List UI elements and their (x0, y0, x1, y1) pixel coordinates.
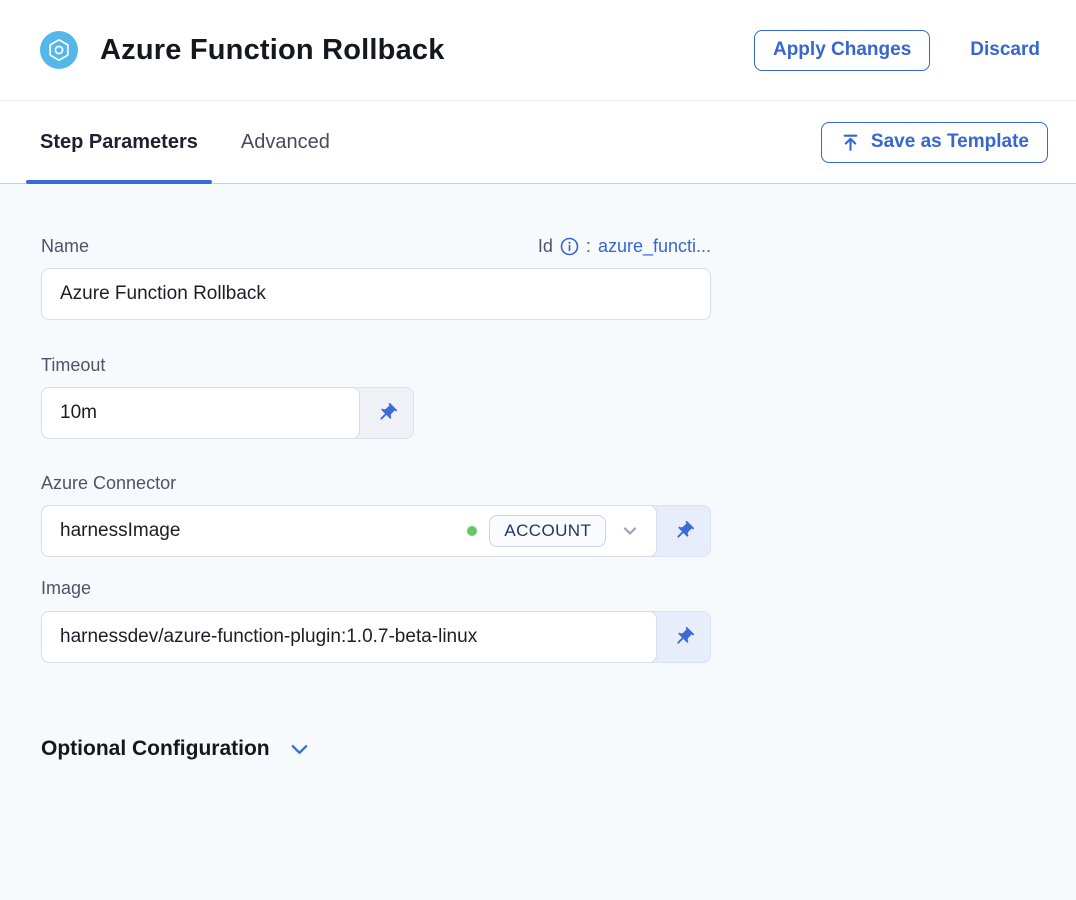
image-label: Image (41, 578, 91, 599)
pin-icon (668, 621, 699, 652)
step-parameters-form: Name Id : azure_functi... (0, 184, 1076, 900)
azure-connector-label: Azure Connector (41, 473, 176, 494)
name-input[interactable] (41, 268, 711, 320)
id-label: Id (538, 236, 553, 257)
apply-changes-button[interactable]: Apply Changes (754, 30, 930, 71)
optional-configuration-toggle[interactable]: Optional Configuration (41, 737, 311, 761)
tab-bar: Step Parameters Advanced Save as Templat… (0, 100, 1076, 184)
save-as-template-button[interactable]: Save as Template (821, 122, 1048, 163)
timeout-label: Timeout (41, 355, 105, 376)
azure-connector-value: harnessImage (60, 520, 467, 542)
azure-function-step-icon (40, 31, 78, 69)
image-input[interactable] (41, 611, 657, 663)
tab-step-parameters-label: Step Parameters (40, 131, 198, 154)
discard-label: Discard (970, 39, 1040, 60)
chevron-down-icon (288, 738, 311, 761)
optional-configuration-title: Optional Configuration (41, 737, 270, 761)
chevron-down-icon[interactable] (618, 519, 642, 543)
tab-advanced[interactable]: Advanced (227, 101, 344, 183)
save-as-template-label: Save as Template (871, 131, 1029, 153)
header: Azure Function Rollback Apply Changes Di… (0, 0, 1076, 100)
timeout-input[interactable] (41, 387, 360, 439)
tab-advanced-label: Advanced (241, 131, 330, 154)
info-icon[interactable] (560, 237, 579, 256)
apply-changes-label: Apply Changes (773, 39, 911, 61)
pin-icon (371, 397, 402, 428)
tabbar-spacer (344, 101, 821, 183)
step-id-line: Id : azure_functi... (538, 236, 711, 257)
step-config-panel: Azure Function Rollback Apply Changes Di… (0, 0, 1076, 900)
page-title: Azure Function Rollback (100, 34, 754, 67)
connector-scope-badge: ACCOUNT (489, 515, 606, 547)
pin-icon (668, 515, 699, 546)
tab-step-parameters[interactable]: Step Parameters (26, 101, 212, 183)
step-id-value[interactable]: azure_functi... (598, 236, 711, 257)
upload-icon (840, 132, 861, 153)
discard-button[interactable]: Discard (970, 39, 1040, 61)
name-label: Name (41, 236, 89, 257)
connector-status-dot (467, 526, 477, 536)
azure-connector-select[interactable]: harnessImage ACCOUNT (41, 505, 657, 557)
id-separator: : (586, 236, 591, 257)
hexagon-plugin-icon (46, 37, 72, 63)
